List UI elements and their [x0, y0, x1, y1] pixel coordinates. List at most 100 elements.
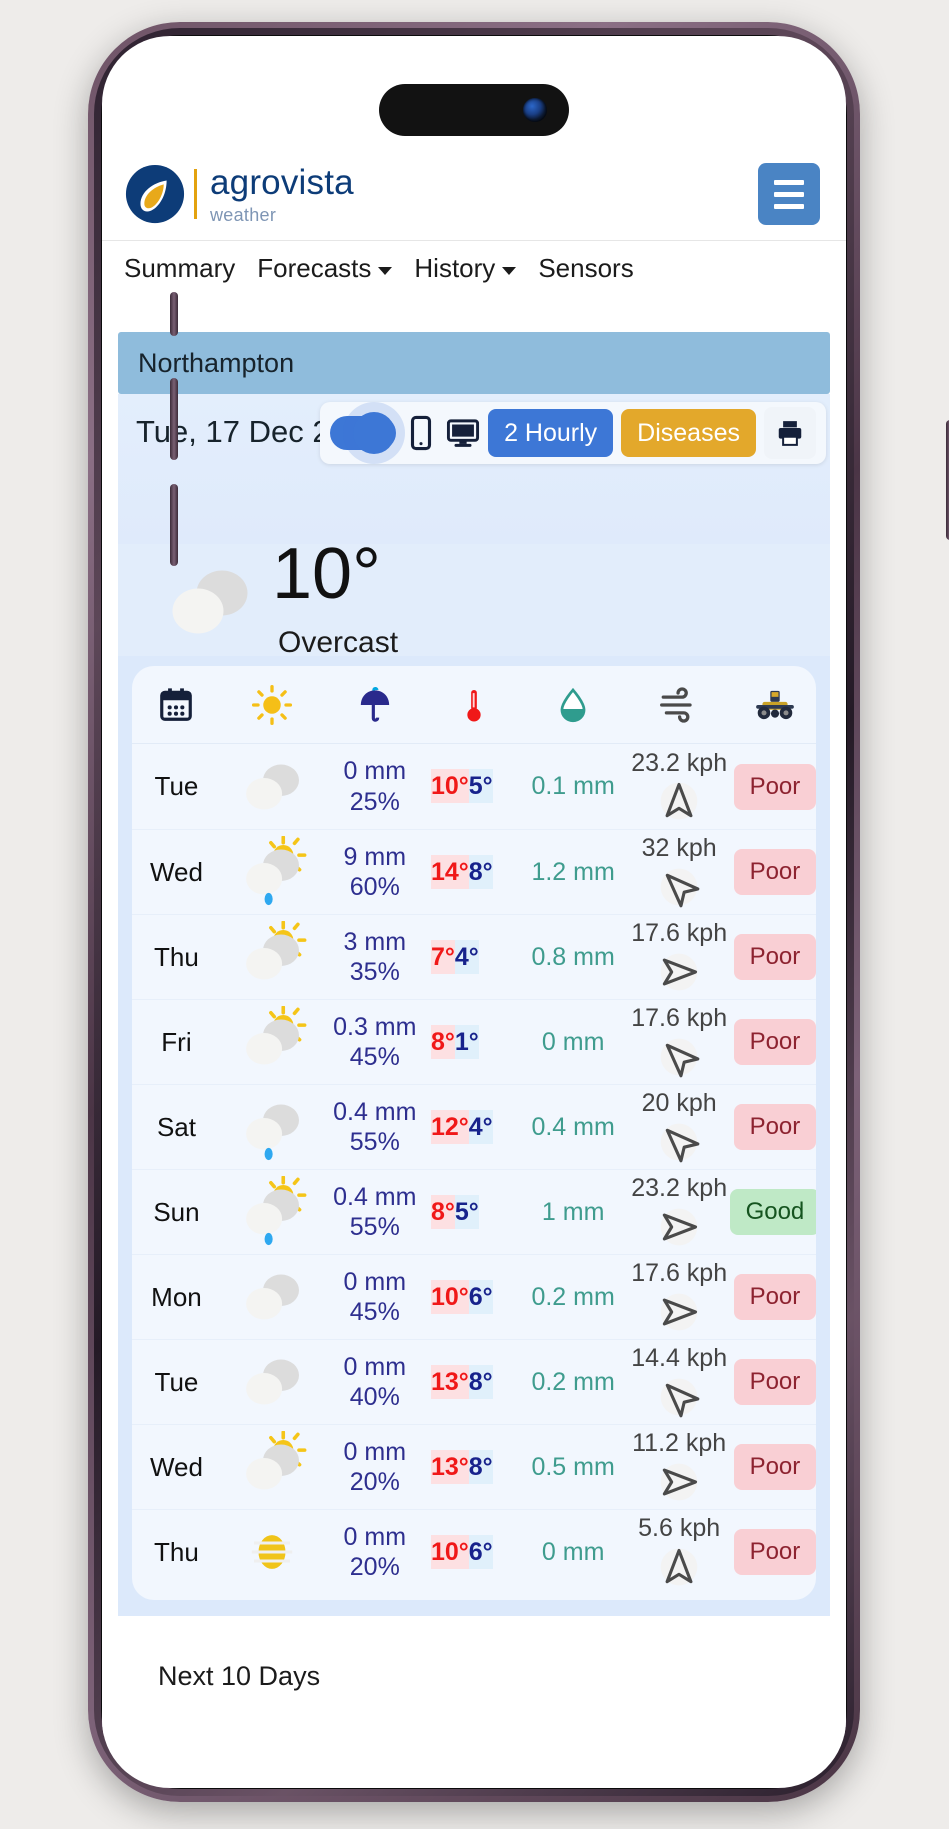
spray-badge: Good — [729, 1189, 816, 1235]
overcast-cloud-icon — [172, 570, 248, 634]
forecast-row[interactable]: Thu 0 mm 20% 10°6° 0 mm 5.6 kph Poor — [132, 1509, 816, 1594]
nav-item-history[interactable]: History — [414, 253, 517, 284]
cell-day: Tue — [132, 771, 221, 802]
spray-badge: Poor — [733, 1019, 816, 1065]
nav-label: Forecasts — [257, 253, 372, 283]
cell-rainfall: 9 mm 60% — [324, 842, 427, 903]
rain-amount: 0.4 mm — [333, 1097, 417, 1126]
cell-sky-icon — [221, 1006, 324, 1078]
rain-amount: 0 mm — [343, 1267, 407, 1296]
day-label: Tue — [154, 771, 199, 801]
day-label: Thu — [154, 941, 199, 972]
rain-amount: 0 mm — [343, 1522, 407, 1551]
cell-temperature: 8°5° — [426, 1194, 522, 1229]
nav-label: Sensors — [538, 253, 634, 283]
cell-rainfall: 3 mm 35% — [324, 927, 427, 988]
forecast-row[interactable]: Thu 3 mm 35% 7°4° 0.8 mm 17.6 kph Poor — [132, 914, 816, 999]
agrovista-a-logo-icon — [125, 164, 185, 224]
volume-up-button[interactable] — [170, 378, 178, 460]
location-bar[interactable]: Northampton — [118, 332, 830, 394]
cell-spray-condition: Good — [729, 1189, 816, 1235]
cell-day: Sat — [132, 1112, 221, 1143]
spray-badge: Poor — [733, 1444, 816, 1490]
cell-sky-icon — [221, 1176, 324, 1248]
rain-probability: 20% — [349, 1468, 400, 1496]
hourly-view-button[interactable]: 2 Hourly — [488, 409, 614, 457]
cell-wind: 17.6 kph — [624, 1260, 733, 1334]
forecast-row[interactable]: Sun 0.4 mm 55% 8°5° 1 mm 23.2 kph Good — [132, 1169, 816, 1254]
forecast-row[interactable]: Fri 0.3 mm 45% 8°1° 0 mm 17.6 kph Poor — [132, 999, 816, 1084]
header-cell-day — [132, 686, 221, 724]
weather-cloudy-icon — [246, 1359, 300, 1405]
weather-sun-cloud-rain-icon — [246, 836, 307, 906]
wind-speed: 23.2 kph — [631, 1174, 728, 1203]
cell-temperature: 12°4° — [426, 1109, 522, 1144]
wind-direction-arrow-icon — [660, 868, 700, 908]
cell-temperature: 10°6° — [426, 1279, 522, 1314]
soil-moisture-value: 0.5 mm — [531, 1452, 615, 1481]
printer-icon — [778, 421, 802, 446]
cell-rainfall: 0 mm 45% — [324, 1267, 427, 1328]
rain-probability: 20% — [349, 1553, 400, 1581]
cell-wind: 23.2 kph — [624, 749, 733, 824]
weather-sun-cloud-icon — [246, 1006, 307, 1065]
forecast-row[interactable]: Wed 0 mm 20% 13°8° 0.5 mm 11.2 kph Poor — [132, 1424, 816, 1509]
brand-name: agrovista — [210, 162, 354, 202]
weather-cloudy-icon — [246, 1274, 300, 1320]
cell-day: Tue — [132, 1367, 221, 1398]
cell-temperature: 13°8° — [426, 1364, 522, 1399]
nav-item-sensors[interactable]: Sensors — [538, 253, 633, 284]
weather-sun-cloud-rain-icon — [246, 1176, 307, 1246]
cell-sky-icon — [221, 1091, 324, 1163]
day-label: Sat — [156, 1111, 196, 1142]
current-conditions-panel: Tue, 17 Dec 2024 2 Hourly Diseases — [118, 394, 830, 544]
view-mode-toggle[interactable] — [330, 412, 397, 454]
cell-soil-moisture: 0.2 mm — [522, 1368, 625, 1397]
cell-sky-icon — [221, 921, 324, 993]
weather-sun-cloud-icon — [246, 1431, 307, 1490]
rain-amount: 0.3 mm — [333, 1012, 417, 1041]
brand-logo[interactable]: agrovista weather — [124, 163, 354, 225]
cell-rainfall: 0.4 mm 55% — [324, 1097, 427, 1158]
cell-temperature: 13°8° — [426, 1449, 522, 1484]
weather-sunny-icon — [251, 1535, 293, 1569]
temp-low: 6° — [468, 1279, 493, 1314]
diseases-button[interactable]: Diseases — [621, 409, 756, 457]
desktop-monitor-icon[interactable] — [446, 413, 480, 453]
nav-item-summary[interactable]: Summary — [124, 253, 235, 284]
hamburger-menu-button[interactable] — [758, 163, 820, 225]
cell-soil-moisture: 0 mm — [522, 1028, 625, 1057]
forecast-row[interactable]: Sat 0.4 mm 55% 12°4° 0.4 mm 20 kph Poor — [132, 1084, 816, 1169]
rain-probability: 40% — [349, 1383, 400, 1411]
header-cell-soil-moisture — [522, 686, 625, 724]
rain-probability: 25% — [349, 787, 400, 816]
weather-sun-cloud-icon — [246, 921, 307, 980]
nav-item-forecasts[interactable]: Forecasts — [257, 253, 393, 284]
cell-rainfall: 0.3 mm 45% — [324, 1012, 427, 1073]
volume-down-button[interactable] — [170, 484, 178, 566]
cell-soil-moisture: 1.2 mm — [522, 858, 625, 887]
temp-low: 4° — [454, 939, 479, 974]
cell-soil-moisture: 0.4 mm — [522, 1113, 625, 1142]
cell-sky-icon — [221, 836, 324, 908]
rain-probability: 55% — [349, 1213, 400, 1241]
forecast-row[interactable]: Tue 0 mm 25% 10°5° 0.1 mm 23.2 kph Poor — [132, 744, 816, 829]
temp-high: 10° — [430, 769, 469, 803]
cell-spray-condition: Poor — [733, 1274, 816, 1320]
wind-direction-arrow-icon — [660, 1038, 700, 1078]
weather-cloudy-icon — [246, 764, 300, 809]
temp-high: 8° — [430, 1194, 455, 1229]
forecast-row[interactable]: Wed 9 mm 60% 14°8° 1.2 mm 32 kph Poor — [132, 829, 816, 914]
temp-high: 14° — [430, 854, 469, 889]
rain-probability: 60% — [349, 873, 400, 901]
forecast-row[interactable]: Tue 0 mm 40% 13°8° 0.2 mm 14.4 kph Poor — [132, 1339, 816, 1424]
header-cell-spray — [734, 685, 816, 725]
mobile-device-icon[interactable] — [404, 413, 438, 453]
forecast-row[interactable]: Mon 0 mm 45% 10°6° 0.2 mm 17.6 kph Poor — [132, 1254, 816, 1339]
day-label: Thu — [154, 1536, 199, 1567]
print-button[interactable] — [764, 407, 816, 459]
silent-switch[interactable] — [170, 292, 178, 336]
next-10-days-label[interactable]: Next 10 Days — [158, 1661, 320, 1692]
day-label: Sun — [153, 1196, 200, 1227]
cell-rainfall: 0.4 mm 55% — [324, 1182, 427, 1243]
